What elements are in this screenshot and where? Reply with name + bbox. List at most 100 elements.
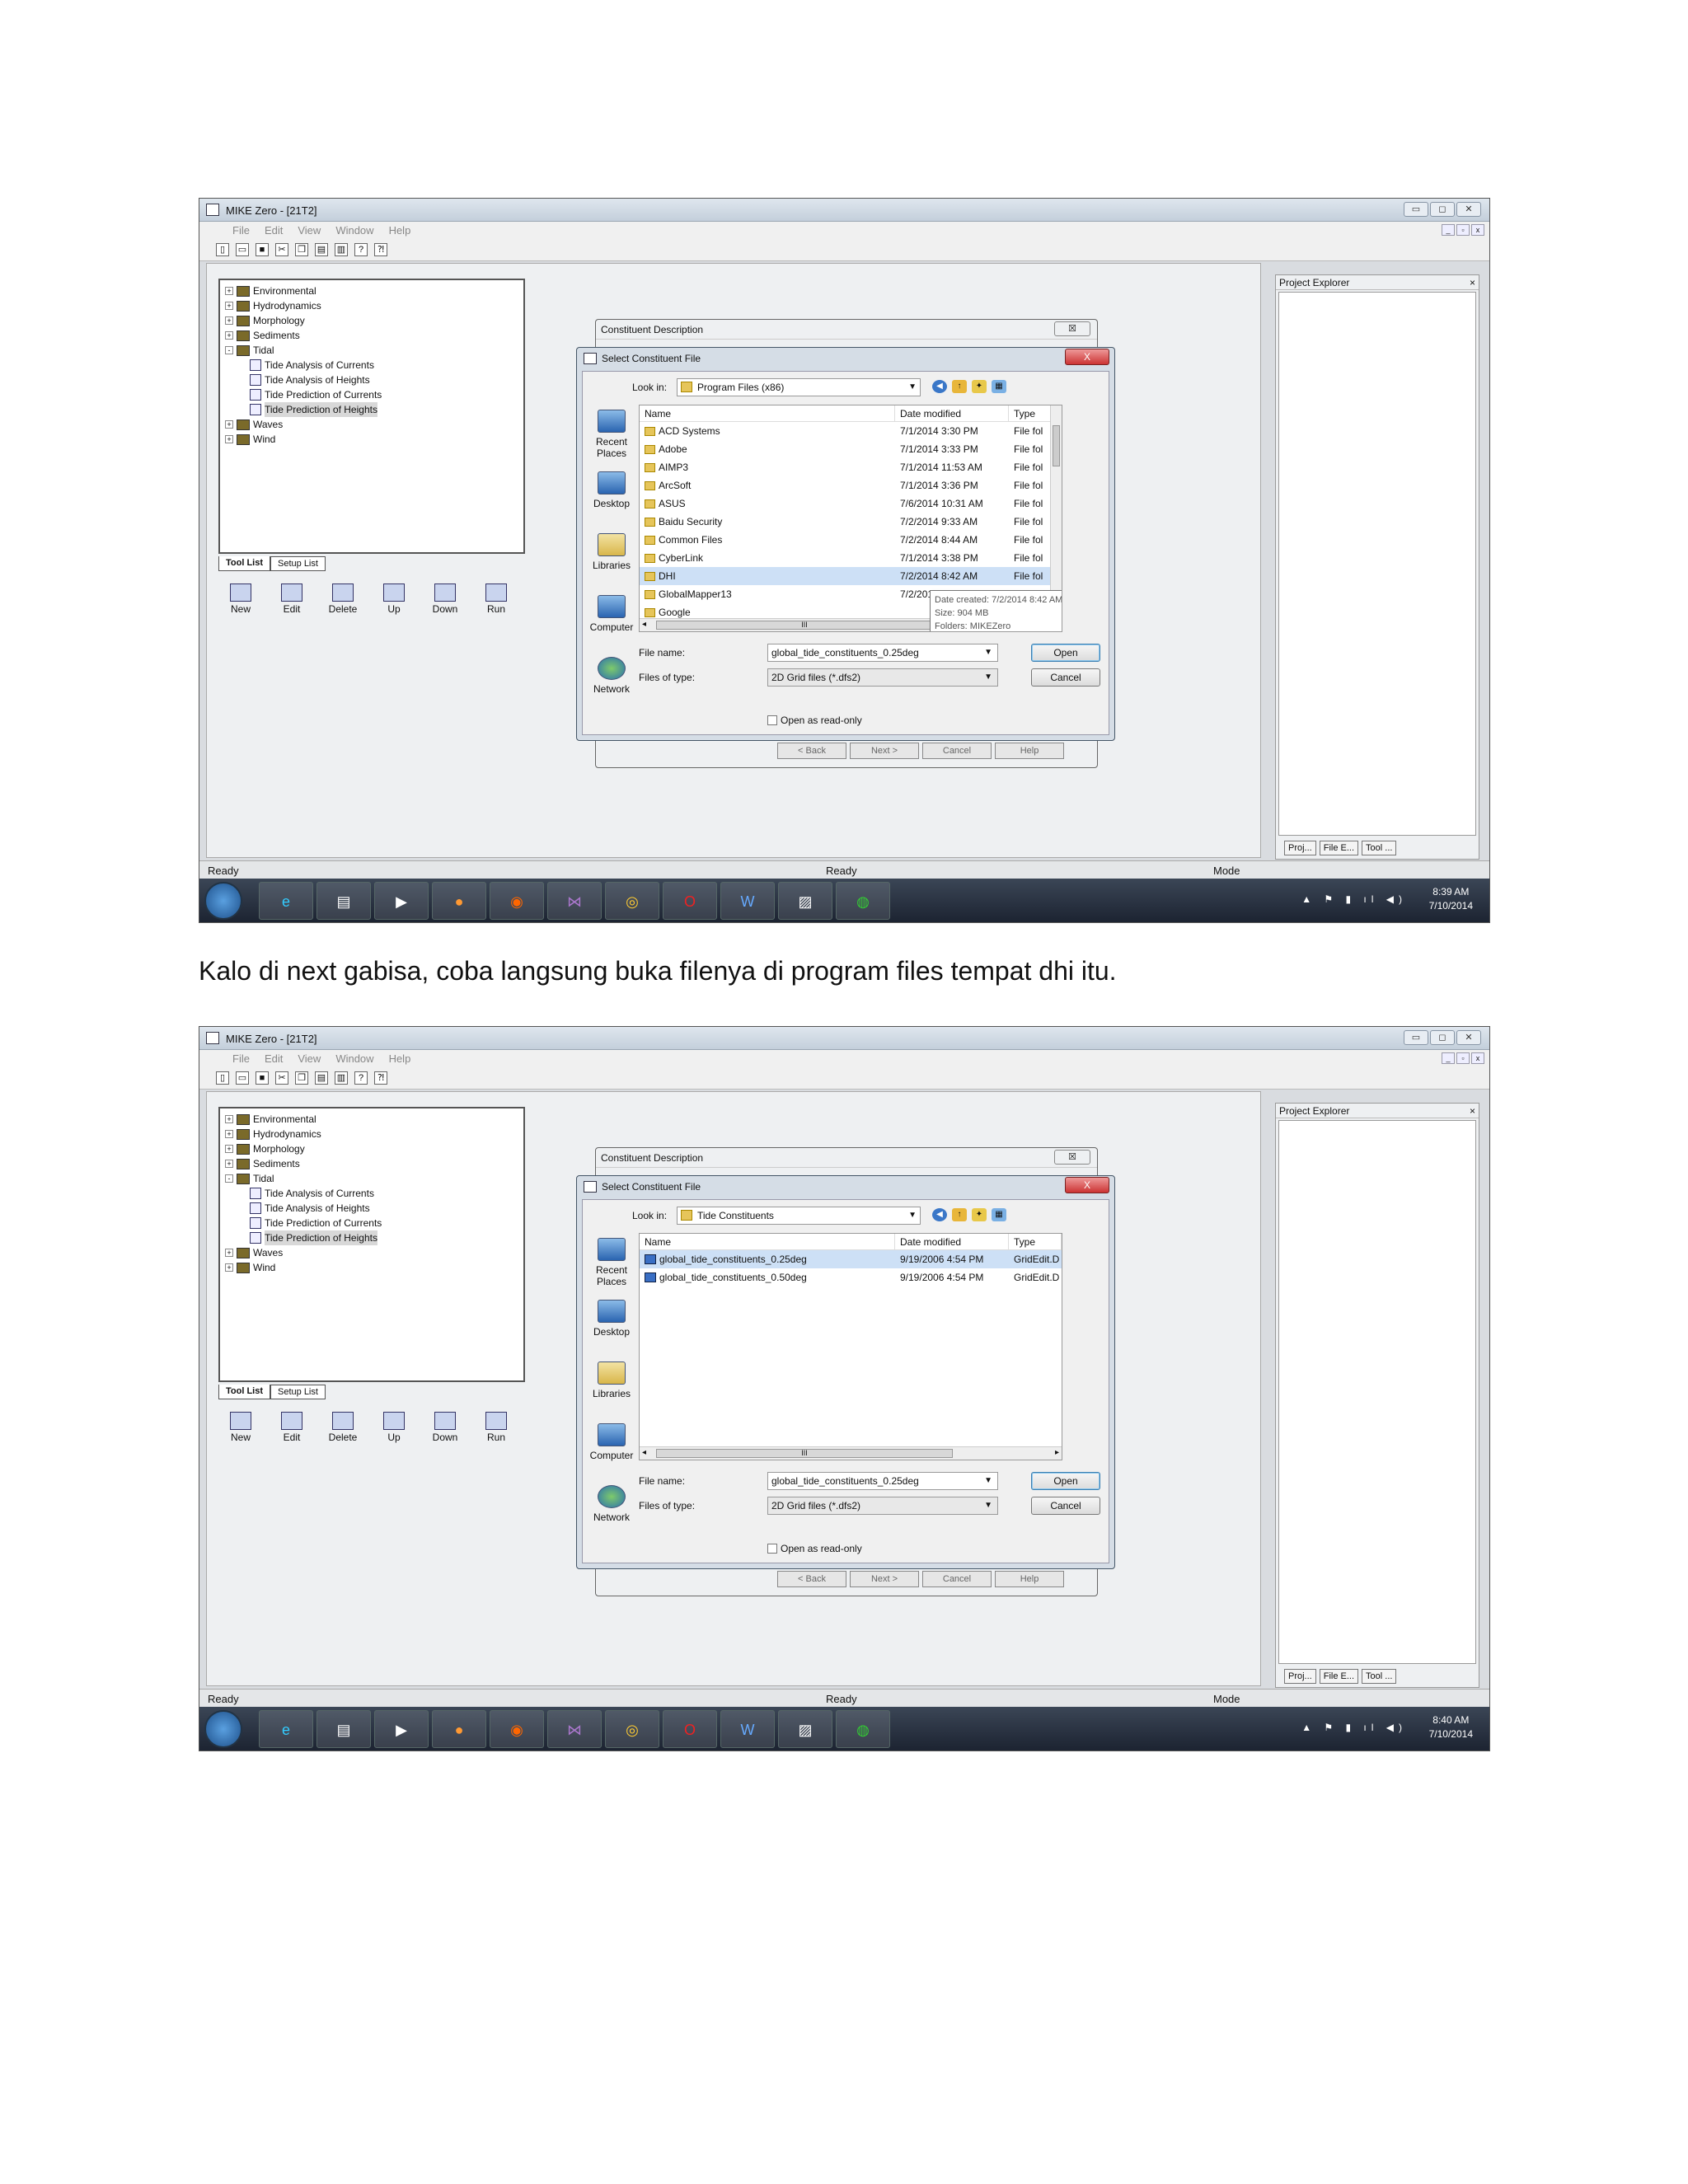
menu-file[interactable]: File <box>232 1052 250 1065</box>
file-name-input[interactable]: global_tide_constituents_0.25deg ▼ <box>767 644 998 662</box>
tree-node[interactable]: Tide Analysis of Currents <box>225 1186 518 1201</box>
tab-tool-list[interactable]: Tool List <box>218 1385 271 1399</box>
cut-icon[interactable]: ✂ <box>275 242 288 256</box>
app-orange-icon[interactable]: ● <box>432 1710 486 1748</box>
project-explorer-close-button[interactable]: × <box>1470 1105 1475 1117</box>
place-desktop[interactable]: Desktop <box>586 1300 637 1357</box>
media-player-icon[interactable]: ▶ <box>374 1710 429 1748</box>
tree-node[interactable]: + Hydrodynamics <box>225 1127 518 1141</box>
place-recent[interactable]: Recent Places <box>586 1238 637 1295</box>
tree-node[interactable]: Tide Analysis of Heights <box>225 373 518 387</box>
file-row[interactable]: DHI 7/2/2014 8:42 AM File fol <box>640 567 1062 585</box>
tree-node[interactable]: + Wind <box>225 1260 518 1275</box>
close-window-button[interactable]: ✕ <box>1456 202 1481 217</box>
cancel-button[interactable]: Cancel <box>1031 1497 1100 1515</box>
tree-node[interactable]: + Waves <box>225 417 518 432</box>
file-row[interactable]: ACD Systems 7/1/2014 3:30 PM File fol <box>640 422 1062 440</box>
ie-icon[interactable]: e <box>259 882 313 920</box>
expander-icon[interactable]: + <box>225 316 233 325</box>
wizard-cancel-button[interactable]: Cancel <box>922 1571 992 1587</box>
file-row[interactable]: CyberLink 7/1/2014 3:38 PM File fol <box>640 549 1062 567</box>
tab-file-explorer[interactable]: File E... <box>1319 841 1359 855</box>
line-icon[interactable]: ◍ <box>836 1710 890 1748</box>
back-arrow-icon[interactable]: ◀ <box>932 380 947 393</box>
mike-zero-taskbar-icon[interactable]: ▨ <box>778 882 832 920</box>
menu-help[interactable]: Help <box>389 1052 411 1065</box>
open-button[interactable]: Open <box>1031 1472 1100 1490</box>
expander-icon[interactable]: - <box>225 346 233 354</box>
tab-setup-list[interactable]: Setup List <box>270 1385 326 1399</box>
tab-project[interactable]: Proj... <box>1284 1669 1316 1684</box>
horizontal-scrollbar[interactable]: ◂ III ▸ <box>640 1446 1062 1460</box>
tree-node[interactable]: + Morphology <box>225 1141 518 1156</box>
tree-node[interactable]: Tide Analysis of Heights <box>225 1201 518 1216</box>
media-player-icon[interactable]: ▶ <box>374 882 429 920</box>
menu-view[interactable]: View <box>298 1052 321 1065</box>
back-arrow-icon[interactable]: ◀ <box>932 1208 947 1221</box>
menu-window[interactable]: Window <box>335 224 373 237</box>
close-window-button[interactable]: ✕ <box>1456 1030 1481 1045</box>
help-button[interactable]: Help <box>995 743 1064 759</box>
line-icon[interactable]: ◍ <box>836 882 890 920</box>
files-of-type-select[interactable]: 2D Grid files (*.dfs2) ▼ <box>767 668 998 687</box>
tray-icons[interactable]: ▲ ⚑ ▮ ıl ◀) <box>1301 1722 1407 1733</box>
look-in-dropdown[interactable]: Program Files (x86) ▼ <box>677 378 921 396</box>
context-help-icon[interactable]: ⁈ <box>374 242 387 256</box>
chrome-icon[interactable]: ◎ <box>605 1710 659 1748</box>
tab-file-explorer[interactable]: File E... <box>1319 1669 1359 1684</box>
read-only-checkbox[interactable]: Open as read-only <box>767 715 862 726</box>
file-row[interactable]: AIMP3 7/1/2014 11:53 AM File fol <box>640 458 1062 476</box>
expander-icon[interactable]: + <box>225 435 233 443</box>
expander-icon[interactable]: + <box>225 1130 233 1138</box>
file-row[interactable]: Adobe 7/1/2014 3:33 PM File fol <box>640 440 1062 458</box>
tab-tool-list[interactable]: Tool List <box>218 556 271 571</box>
mdi-close-button[interactable]: x <box>1471 224 1484 236</box>
place-computer[interactable]: Computer <box>586 595 637 652</box>
column-date-modified[interactable]: Date modified <box>895 405 1009 421</box>
vertical-scroll-thumb[interactable] <box>1053 425 1060 466</box>
tool-down-button[interactable]: Down <box>426 583 464 615</box>
paste-icon[interactable]: ▤ <box>315 242 328 256</box>
place-recent[interactable]: Recent Places <box>586 410 637 466</box>
cancel-button[interactable]: Cancel <box>1031 668 1100 687</box>
maximize-button[interactable]: ◻ <box>1430 1030 1455 1045</box>
column-name[interactable]: Name <box>640 405 895 421</box>
menu-edit[interactable]: Edit <box>265 224 283 237</box>
start-button[interactable] <box>204 1710 242 1748</box>
menu-file[interactable]: File <box>232 224 250 237</box>
start-button[interactable] <box>204 882 242 920</box>
file-row[interactable]: ASUS 7/6/2014 10:31 AM File fol <box>640 494 1062 513</box>
mdi-restore-button[interactable]: ▫ <box>1456 224 1470 236</box>
up-folder-icon[interactable]: ↑ <box>952 380 967 393</box>
expander-icon[interactable]: + <box>225 1160 233 1168</box>
wizard-close-button[interactable]: ☒ <box>1054 1150 1090 1165</box>
tab-tool-explorer[interactable]: Tool ... <box>1362 1669 1397 1684</box>
place-network[interactable]: Network <box>586 1485 637 1542</box>
files-of-type-select[interactable]: 2D Grid files (*.dfs2) ▼ <box>767 1497 998 1515</box>
explorer-icon[interactable]: ▤ <box>316 1710 371 1748</box>
copy-icon[interactable]: ❐ <box>295 1071 308 1085</box>
cut-icon[interactable]: ✂ <box>275 1071 288 1085</box>
tool-up-button[interactable]: Up <box>375 1412 413 1443</box>
save-icon[interactable]: ■ <box>256 242 269 256</box>
word-icon[interactable]: W <box>720 882 775 920</box>
tree-node[interactable]: + Environmental <box>225 1112 518 1127</box>
firefox-icon[interactable]: ◉ <box>490 1710 544 1748</box>
new-file-icon[interactable]: ▯ <box>216 1071 229 1085</box>
help-button[interactable]: Help <box>995 1571 1064 1587</box>
firefox-icon[interactable]: ◉ <box>490 882 544 920</box>
view-menu-icon[interactable]: ▦ <box>992 1208 1006 1221</box>
horizontal-scroll-thumb[interactable]: III <box>656 1449 953 1458</box>
about-icon[interactable]: ? <box>354 242 368 256</box>
view-menu-icon[interactable]: ▦ <box>992 380 1006 393</box>
expander-icon[interactable]: + <box>225 1263 233 1272</box>
word-icon[interactable]: W <box>720 1710 775 1748</box>
tree-node[interactable]: - Tidal <box>225 343 518 358</box>
horizontal-scroll-thumb[interactable]: III <box>656 621 953 630</box>
file-row[interactable]: Baidu Security 7/2/2014 9:33 AM File fol <box>640 513 1062 531</box>
tool-edit-button[interactable]: Edit <box>273 1412 311 1443</box>
ie-icon[interactable]: e <box>259 1710 313 1748</box>
app-orange-icon[interactable]: ● <box>432 882 486 920</box>
menu-edit[interactable]: Edit <box>265 1052 283 1065</box>
visual-studio-icon[interactable]: ⋈ <box>547 882 602 920</box>
